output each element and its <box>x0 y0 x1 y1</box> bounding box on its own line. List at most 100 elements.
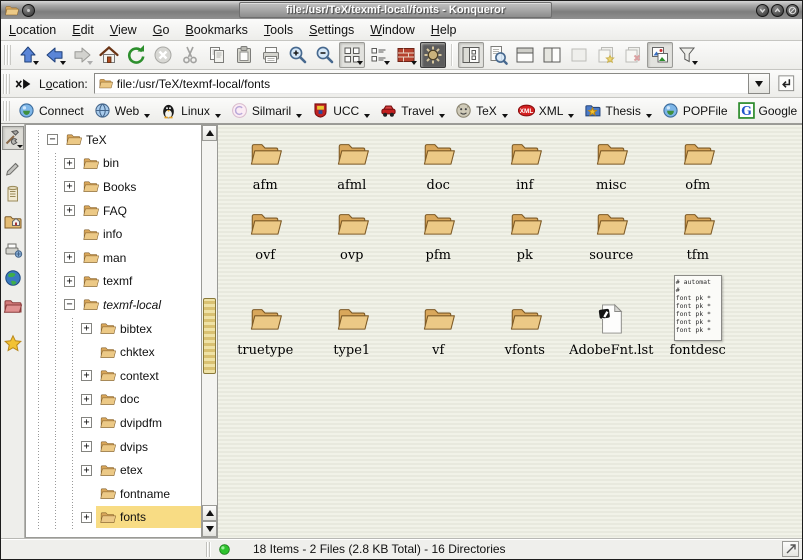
file-item-pk[interactable]: pk <box>482 201 569 263</box>
clear-location-button[interactable] <box>13 73 35 95</box>
tree-item-info[interactable]: info <box>26 222 201 246</box>
menu-edit[interactable]: Edit <box>72 23 94 37</box>
bookmarks-button[interactable] <box>2 332 24 356</box>
tree-row-body[interactable]: fonts <box>96 506 201 528</box>
zoom-out-button[interactable] <box>312 42 338 68</box>
home-directory-button[interactable] <box>2 210 24 234</box>
menu-go[interactable]: Go <box>153 23 170 37</box>
expand-expander[interactable]: + <box>81 512 92 523</box>
tree-row-body[interactable]: FAQ <box>79 200 201 222</box>
expand-expander[interactable]: + <box>81 465 92 476</box>
bookmark-google[interactable]: GGoogle <box>735 100 803 121</box>
file-item-vf[interactable]: vf <box>395 296 482 358</box>
tree-row-body[interactable]: chktex <box>96 341 201 363</box>
bookmark-web[interactable]: Web <box>91 100 155 121</box>
sticky-button[interactable] <box>22 4 35 17</box>
expand-expander[interactable]: + <box>81 394 92 405</box>
file-item-misc[interactable]: misc <box>568 131 655 193</box>
toolbar-grip[interactable] <box>4 45 11 65</box>
expand-expander[interactable]: + <box>64 158 75 169</box>
tree-row-body[interactable]: Books <box>79 176 201 198</box>
tree-item-etex[interactable]: + etex <box>26 458 201 482</box>
close-button[interactable] <box>786 4 799 17</box>
view-mode-bricks-button[interactable] <box>393 42 419 68</box>
menu-bookmarks[interactable]: Bookmarks <box>185 23 248 37</box>
expand-expander[interactable]: + <box>64 205 75 216</box>
file-item-pfm[interactable]: pfm <box>395 201 482 263</box>
bookmark-thesis[interactable]: Thesis <box>581 100 656 121</box>
tree-row-body[interactable]: texmf <box>79 270 201 292</box>
expand-expander[interactable]: + <box>81 370 92 381</box>
scroll-up-button[interactable] <box>202 125 217 141</box>
bookmark-popfile[interactable]: POPFile <box>659 100 733 121</box>
toolbar-grip[interactable] <box>3 101 10 121</box>
menu-view[interactable]: View <box>110 23 137 37</box>
toolbar-grip[interactable] <box>3 74 10 94</box>
reload-button[interactable] <box>123 42 149 68</box>
up-button[interactable] <box>15 42 41 68</box>
gear-button[interactable] <box>420 42 446 68</box>
minimize-button[interactable] <box>756 4 769 17</box>
split-view-top-bottom-button[interactable] <box>512 42 538 68</box>
split-view-left-right-button[interactable] <box>539 42 565 68</box>
tree-row-body[interactable]: etex <box>96 459 201 481</box>
menu-window[interactable]: Window <box>370 23 414 37</box>
file-item-source[interactable]: source <box>568 201 655 263</box>
filter-button[interactable] <box>674 42 700 68</box>
tree-item-chktex[interactable]: chktex <box>26 340 201 364</box>
tree-row-body[interactable]: bin <box>79 152 201 174</box>
network-button[interactable] <box>2 266 24 290</box>
bookmark-tex[interactable]: TeX <box>452 100 513 121</box>
expand-expander[interactable]: + <box>81 323 92 334</box>
root-directory-button[interactable] <box>2 294 24 318</box>
tree-item-fontname[interactable]: fontname <box>26 482 201 506</box>
tree-row-body[interactable]: man <box>79 247 201 269</box>
expand-expander[interactable]: + <box>64 252 75 263</box>
home-button[interactable] <box>96 42 122 68</box>
collapse-expander[interactable]: − <box>47 134 58 145</box>
tree-item-books[interactable]: + Books <box>26 175 201 199</box>
resize-grip-button[interactable] <box>782 541 799 557</box>
expand-expander[interactable]: + <box>81 417 92 428</box>
file-item-ovp[interactable]: ovp <box>309 201 396 263</box>
tree-scrollbar[interactable] <box>201 124 218 538</box>
location-input[interactable]: file:/usr/TeX/texmf-local/fonts <box>94 73 748 94</box>
expand-expander[interactable]: + <box>64 276 75 287</box>
expand-expander[interactable]: + <box>64 181 75 192</box>
tree-item-texmf-local[interactable]: −texmf-local <box>26 293 201 317</box>
annotate-button[interactable] <box>2 154 24 178</box>
file-item-afm[interactable]: afm <box>222 131 309 193</box>
scroll-up-button-bottom[interactable] <box>202 505 217 521</box>
bookmark-xml[interactable]: XMLXML <box>515 100 580 121</box>
print-button[interactable] <box>258 42 284 68</box>
bookmark-ucc[interactable]: UCC <box>309 100 375 121</box>
tree-row-body[interactable]: info <box>79 223 201 245</box>
tree-item-doc[interactable]: + doc <box>26 388 201 412</box>
tree-row-body[interactable]: dvipdfm <box>96 412 201 434</box>
tree-row-body[interactable]: bibtex <box>96 318 201 340</box>
back-button[interactable] <box>42 42 68 68</box>
scroll-down-button[interactable] <box>202 521 217 537</box>
file-item-adobefnt.lst[interactable]: AdobeFnt.lst <box>568 296 655 358</box>
tree-item-man[interactable]: + man <box>26 246 201 270</box>
tree-item-tex[interactable]: −TeX <box>26 128 201 152</box>
tree-item-bin[interactable]: + bin <box>26 152 201 176</box>
expand-expander[interactable]: + <box>81 441 92 452</box>
bookmark-travel[interactable]: Travel <box>377 100 450 121</box>
tree-row-body[interactable]: doc <box>96 388 201 410</box>
tree-row-body[interactable]: dvips <box>96 436 201 458</box>
tree-item-faq[interactable]: + FAQ <box>26 199 201 223</box>
tree-item-fonts[interactable]: + fonts <box>26 506 201 530</box>
file-item-ovf[interactable]: ovf <box>222 201 309 263</box>
file-item-type1[interactable]: type1 <box>309 296 396 358</box>
file-item-doc[interactable]: doc <box>395 131 482 193</box>
bookmark-connect[interactable]: Connect <box>15 100 89 121</box>
paste-button[interactable] <box>231 42 257 68</box>
zoom-in-button[interactable] <box>285 42 311 68</box>
file-item-inf[interactable]: inf <box>482 131 569 193</box>
file-item-vfonts[interactable]: vfonts <box>482 296 569 358</box>
go-button[interactable] <box>774 72 798 96</box>
tree-row-body[interactable]: TeX <box>62 129 201 151</box>
copy-button[interactable] <box>204 42 230 68</box>
bookmark-silmaril[interactable]: Silmaril <box>228 100 307 121</box>
